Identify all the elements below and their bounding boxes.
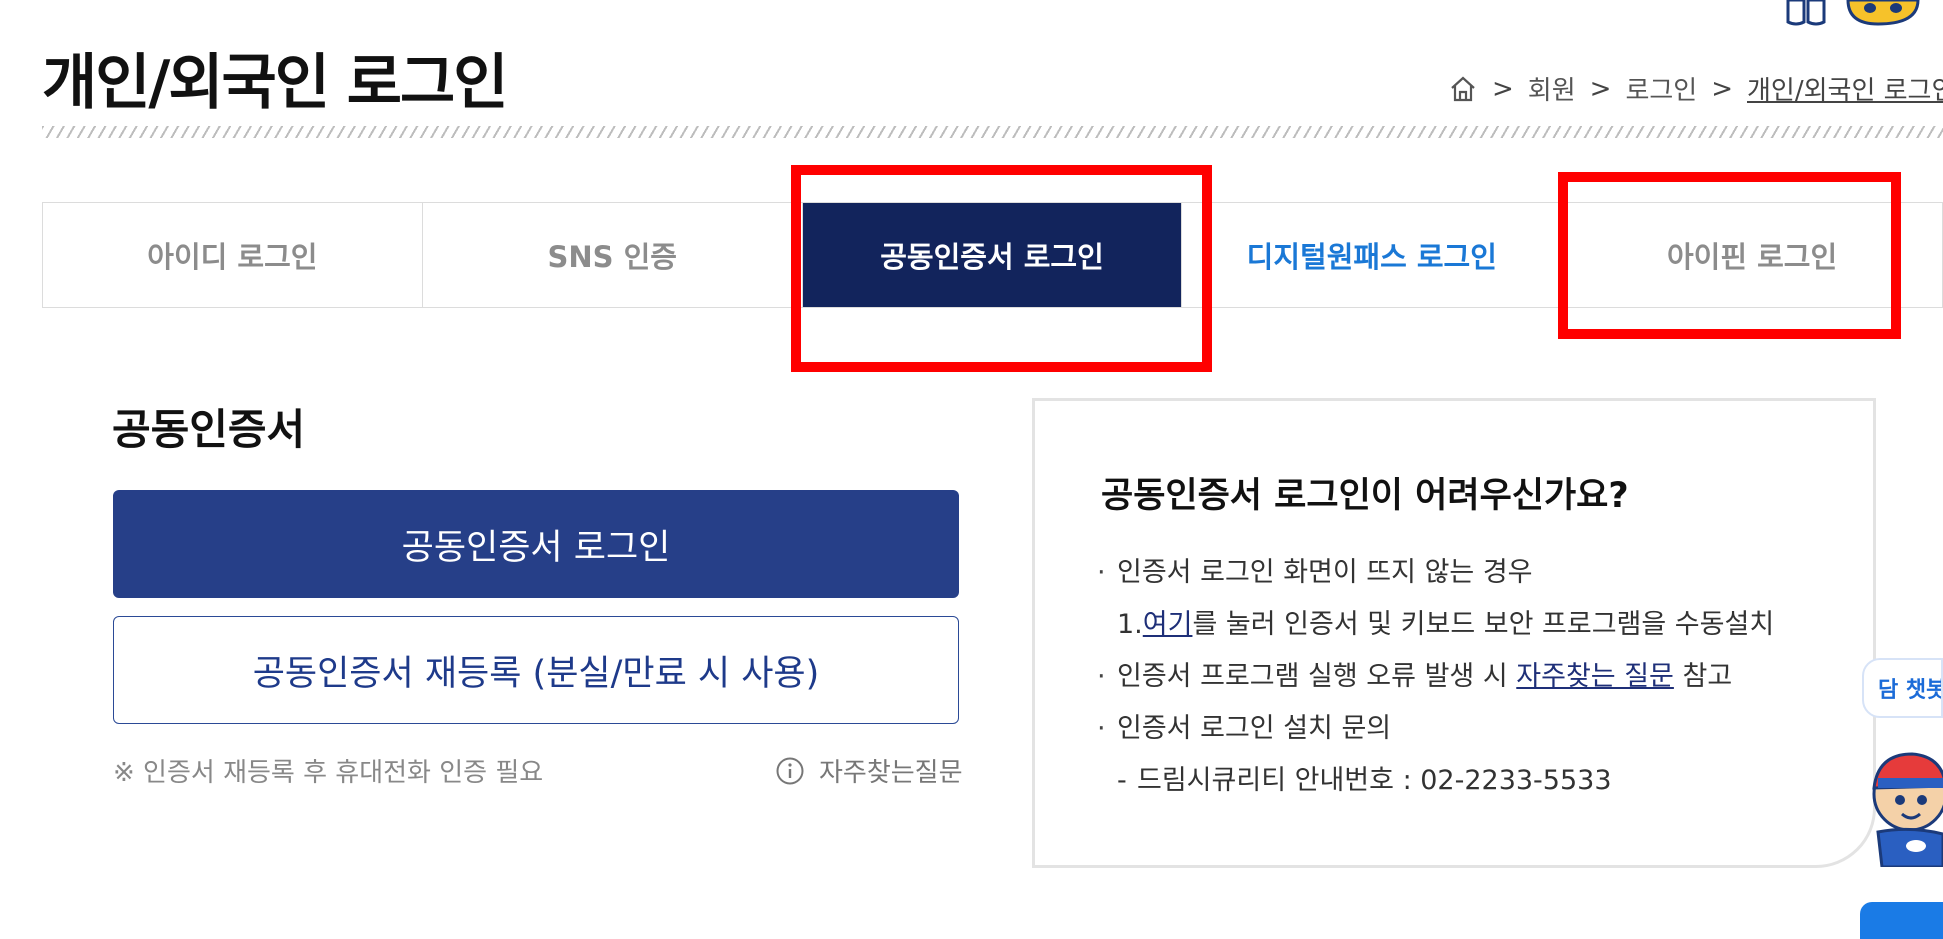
help-text: 인증서 로그인 화면이 뜨지 않는 경우 [1117, 557, 1533, 588]
faq-link[interactable]: 자주찾는질문 [775, 752, 963, 789]
tab-certificate-login[interactable]: 공동인증서 로그인 [802, 203, 1183, 307]
home-icon[interactable] [1448, 74, 1478, 104]
breadcrumb-separator: > [1711, 73, 1733, 104]
bullet: · [1097, 557, 1106, 588]
chatbot-button[interactable]: 담 챗봇 [1862, 658, 1943, 718]
certificate-reregister-button[interactable]: 공동인증서 재등록 (분실/만료 시 사용) [113, 616, 959, 724]
info-icon [776, 757, 804, 784]
section-title: 공동인증서 [112, 405, 306, 454]
mascot-top-image [1786, 0, 1920, 26]
breadcrumb-separator: > [1589, 73, 1612, 104]
login-tabs: 아이디 로그인 SNS 인증 공동인증서 로그인 디지털원패스 로그인 아이핀 … [42, 202, 1943, 308]
help-list: · 인증서 로그인 화면이 뜨지 않는 경우 1. 여기 를 눌러 인증서 및 … [1097, 547, 1774, 807]
help-title: 공동인증서 로그인이 어려우신가요? [1101, 476, 1629, 516]
help-text: 인증서 프로그램 실행 오류 발생 시 [1117, 661, 1517, 692]
floating-action-button[interactable] [1860, 902, 1943, 939]
breadcrumb-item-member[interactable]: 회원 [1528, 70, 1576, 107]
help-item: · 인증서 프로그램 실행 오류 발생 시 자주찾는 질문 참고 [1097, 651, 1774, 703]
tab-sns-auth[interactable]: SNS 인증 [423, 203, 803, 307]
help-item: · 인증서 로그인 설치 문의 [1097, 703, 1774, 755]
breadcrumb-item-current[interactable]: 개인/외국인 로그인 [1747, 70, 1943, 107]
tab-id-login[interactable]: 아이디 로그인 [43, 203, 423, 307]
help-text: 인증서 로그인 설치 문의 [1117, 713, 1392, 744]
faq-link-label: 자주찾는질문 [819, 758, 963, 788]
breadcrumb-item-login[interactable]: 로그인 [1625, 70, 1697, 107]
dash: - [1117, 765, 1127, 796]
manual-install-link[interactable]: 여기 [1143, 599, 1193, 651]
faq-inline-link[interactable]: 자주찾는 질문 [1516, 651, 1674, 703]
reregister-note: ※ 인증서 재등록 후 휴대전화 인증 필요 [113, 758, 544, 788]
title-divider [42, 126, 1943, 138]
tab-digital-onepass-login[interactable]: 디지털원패스 로그인 [1182, 203, 1563, 307]
breadcrumb: > 회원 > 로그인 > 개인/외국인 로그인 [1448, 70, 1943, 107]
certificate-login-button[interactable]: 공동인증서 로그인 [113, 490, 959, 598]
help-text: 참고 [1673, 661, 1733, 692]
tab-ipin-login[interactable]: 아이핀 로그인 [1562, 203, 1942, 307]
chatbot-mascot-image[interactable] [1858, 742, 1943, 867]
help-item: 1. 여기 를 눌러 인증서 및 키보드 보안 프로그램을 수동설치 [1097, 599, 1774, 651]
bullet: · [1097, 661, 1106, 692]
page-title: 개인/외국인 로그인 [42, 48, 508, 118]
help-item: - 드림시큐리티 안내번호 : 02-2233-5533 [1097, 755, 1774, 807]
bullet: · [1097, 713, 1106, 744]
help-panel: 공동인증서 로그인이 어려우신가요? · 인증서 로그인 화면이 뜨지 않는 경… [1032, 398, 1876, 868]
breadcrumb-separator: > [1492, 73, 1514, 104]
help-text: 1. [1117, 609, 1143, 640]
help-text: 드림시큐리티 안내번호 : 02-2233-5533 [1137, 765, 1612, 796]
help-text: 를 눌러 인증서 및 키보드 보안 프로그램을 수동설치 [1192, 609, 1775, 640]
help-item: · 인증서 로그인 화면이 뜨지 않는 경우 [1097, 547, 1774, 599]
